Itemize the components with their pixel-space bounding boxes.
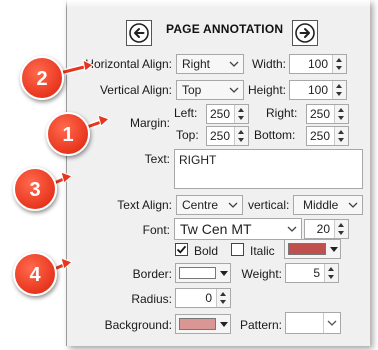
callout-badge-4: 4 (13, 252, 57, 296)
callout-arrows (49, 59, 110, 273)
callout-number: 2 (36, 68, 48, 90)
callout-badge-2: 2 (20, 56, 64, 100)
callout-number: 3 (29, 179, 41, 201)
callout-number: 1 (62, 124, 74, 146)
callout-number: 4 (29, 264, 41, 286)
callout-badge-1: 1 (46, 112, 90, 156)
callout-badge-3: 3 (13, 167, 57, 211)
